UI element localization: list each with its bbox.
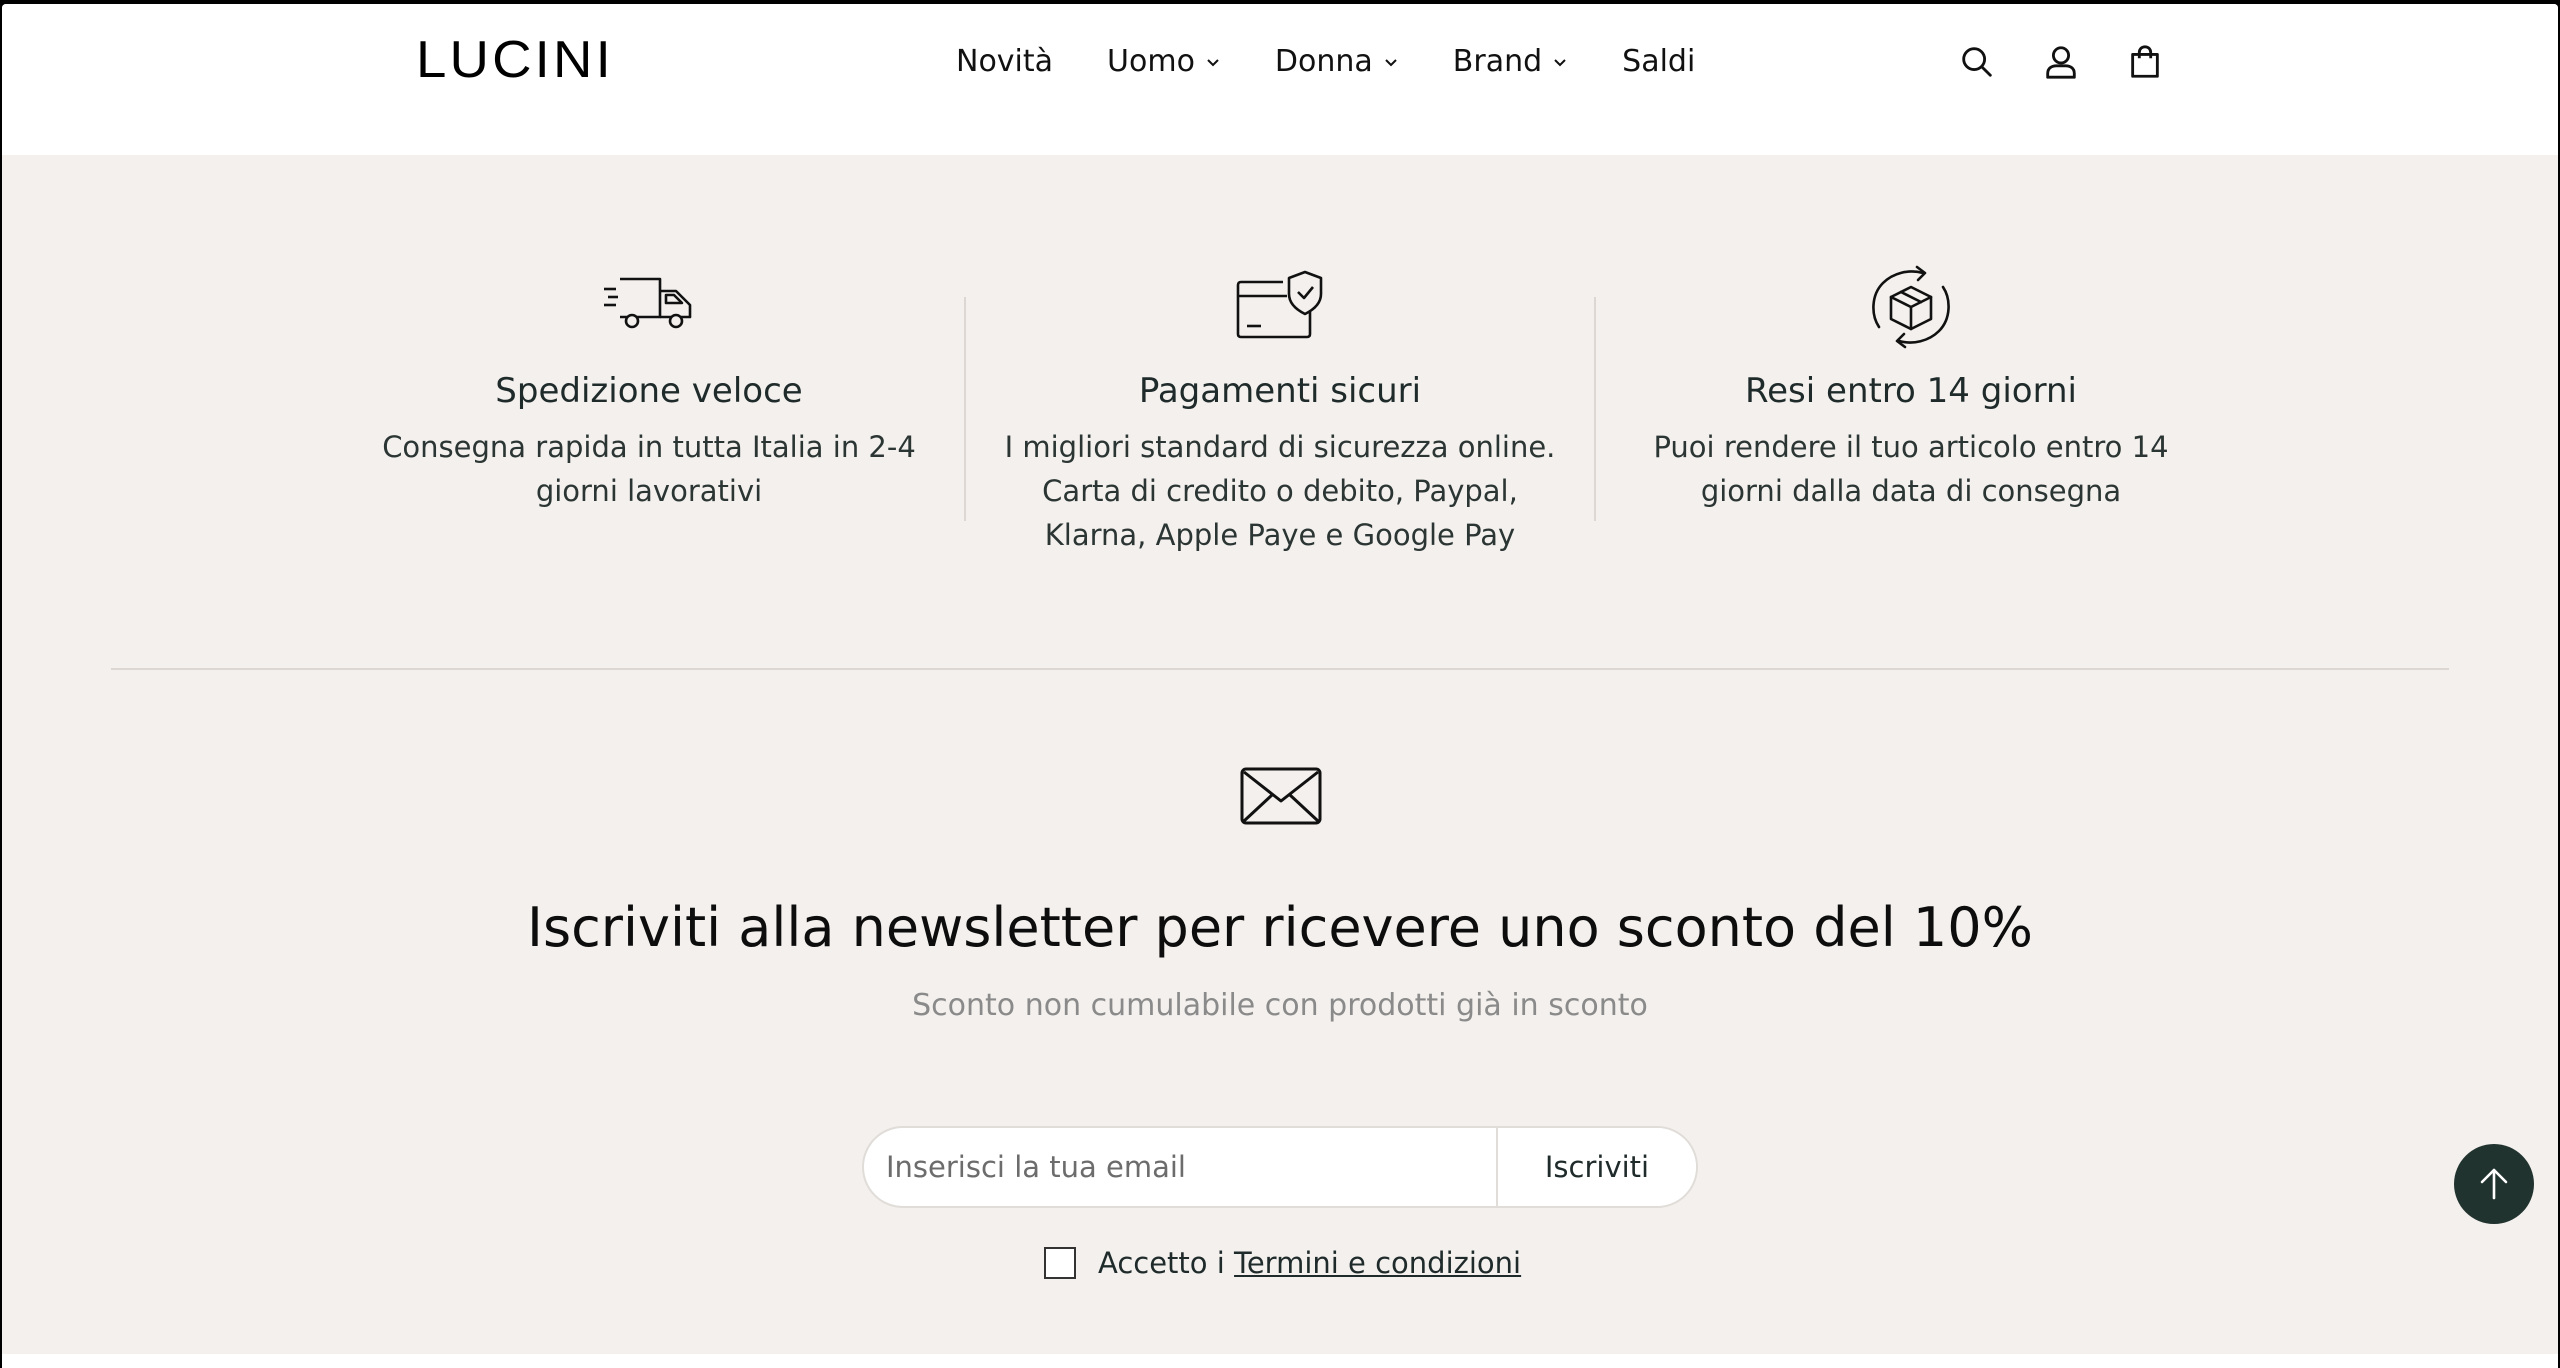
feature-line: giorni dalla data di consegna — [1700, 474, 2122, 508]
nav-item-donna[interactable]: Donna — [1275, 44, 1399, 79]
email-field[interactable] — [864, 1128, 1496, 1206]
header-actions — [1958, 42, 2164, 82]
divider — [964, 297, 966, 521]
terms-link[interactable]: Termini e condizioni — [1234, 1246, 1521, 1280]
terms-checkbox[interactable] — [1044, 1247, 1076, 1279]
feature-line: Carta di credito o debito, Paypal, — [1042, 474, 1518, 508]
header-spacer — [2, 118, 2558, 155]
nav-item-novita[interactable]: Novità — [956, 44, 1053, 79]
chevron-down-icon — [1385, 58, 1397, 66]
newsletter-subtitle: Sconto non cumulabile con prodotti già i… — [912, 988, 1648, 1023]
secure-card-icon — [1236, 270, 1323, 339]
site-header: LUCINI Novità Uomo Donna Brand Saldi — [2, 4, 2558, 118]
feature-line: Consegna rapida in tutta Italia in 2-4 — [382, 430, 916, 464]
feature-line: Klarna, Apple Paye e Google Pay — [1044, 518, 1516, 552]
newsletter-title: Iscriviti alla newsletter per ricevere u… — [527, 896, 2033, 959]
feature-description: Consegna rapida in tutta Italia in 2-4 g… — [369, 425, 929, 513]
feature-line: I migliori standard di sicurezza online. — [1004, 430, 1556, 464]
back-to-top-button[interactable] — [2454, 1144, 2534, 1224]
main-nav: Novità Uomo Donna Brand Saldi — [956, 44, 1695, 79]
return-box-icon — [1872, 265, 1950, 349]
cart-icon[interactable] — [2126, 42, 2164, 82]
feature-description: I migliori standard di sicurezza online.… — [1000, 425, 1560, 557]
section-divider — [111, 668, 2449, 670]
feature-title: Pagamenti sicuri — [1138, 371, 1422, 411]
feature-description: Puoi rendere il tuo articolo entro 14 gi… — [1631, 425, 2191, 513]
subscribe-button[interactable]: Iscriviti — [1496, 1128, 1696, 1206]
nav-item-label: Donna — [1274, 44, 1373, 79]
chevron-down-icon — [1207, 58, 1219, 66]
nav-item-saldi[interactable]: Saldi — [1622, 44, 1695, 79]
feature-title: Spedizione veloce — [495, 371, 803, 411]
consent-prefix: Accetto i — [1098, 1246, 1235, 1280]
nav-item-label: Novità — [956, 44, 1054, 79]
nav-item-label: Uomo — [1107, 44, 1195, 79]
envelope-icon — [1240, 767, 1322, 825]
feature-line: Puoi rendere il tuo articolo entro 14 — [1653, 430, 2169, 464]
newsletter-form: Iscriviti — [862, 1126, 1698, 1208]
account-icon[interactable] — [2042, 42, 2080, 82]
arrow-up-icon — [2480, 1168, 2508, 1200]
feature-line: giorni lavorativi — [535, 474, 763, 508]
chevron-down-icon — [1554, 58, 1566, 66]
page: LUCINI Novità Uomo Donna Brand Saldi Spe… — [2, 4, 2558, 1368]
footer-edge — [2, 1354, 2558, 1368]
nav-item-uomo[interactable]: Uomo — [1107, 44, 1221, 79]
search-icon[interactable] — [1958, 42, 1996, 82]
logo[interactable]: LUCINI — [416, 30, 614, 90]
terms-consent: Accetto i Termini e condizioni — [1044, 1246, 1521, 1280]
nav-item-brand[interactable]: Brand — [1453, 44, 1568, 79]
consent-label: Accetto i Termini e condizioni — [1098, 1246, 1521, 1280]
nav-item-label: Brand — [1452, 44, 1543, 79]
truck-icon — [604, 277, 692, 329]
features-section: Spedizione veloce Consegna rapida in tut… — [2, 155, 2558, 575]
feature-title: Resi entro 14 giorni — [1745, 371, 2077, 411]
nav-item-label: Saldi — [1622, 44, 1696, 79]
divider — [1594, 297, 1596, 521]
